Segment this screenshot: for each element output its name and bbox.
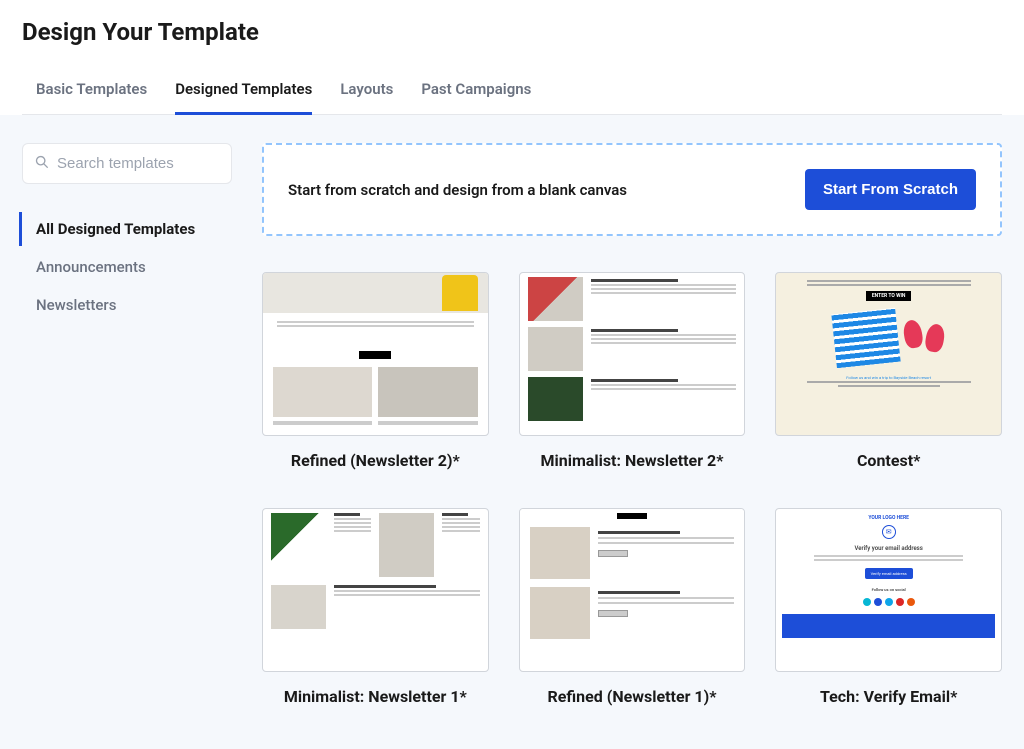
template-label: Minimalist: Newsletter 1* <box>284 686 467 708</box>
sidebar: All Designed Templates Announcements New… <box>22 143 232 709</box>
search-box[interactable] <box>22 143 232 184</box>
tab-past-campaigns[interactable]: Past Campaigns <box>421 70 531 114</box>
template-thumbnail <box>519 508 746 672</box>
search-icon <box>35 154 49 173</box>
template-card-minimalist-newsletter-1[interactable]: Minimalist: Newsletter 1* <box>262 508 489 708</box>
template-label: Tech: Verify Email* <box>820 686 957 708</box>
start-from-scratch-button[interactable]: Start From Scratch <box>805 169 976 210</box>
tab-basic-templates[interactable]: Basic Templates <box>36 70 147 114</box>
template-card-refined-newsletter-1[interactable]: Refined (Newsletter 1)* <box>519 508 746 708</box>
template-label: Contest* <box>857 450 920 472</box>
sidebar-list: All Designed Templates Announcements New… <box>22 212 232 322</box>
templates-grid: Refined (Newsletter 2)* Minimalist: News… <box>262 272 1002 709</box>
page-title: Design Your Template <box>22 18 1002 46</box>
template-thumbnail: ENTER TO WIN Follow us and win a trip to… <box>775 272 1002 436</box>
sidebar-item-all[interactable]: All Designed Templates <box>19 212 232 246</box>
sidebar-item-newsletters[interactable]: Newsletters <box>22 288 232 322</box>
scratch-banner-text: Start from scratch and design from a bla… <box>288 181 627 199</box>
sidebar-item-announcements[interactable]: Announcements <box>22 250 232 284</box>
template-card-minimalist-newsletter-2[interactable]: Minimalist: Newsletter 2* <box>519 272 746 472</box>
template-label: Minimalist: Newsletter 2* <box>541 450 724 472</box>
search-input[interactable] <box>57 155 256 172</box>
main-content: Start from scratch and design from a bla… <box>262 143 1002 709</box>
template-thumbnail <box>262 272 489 436</box>
template-label: Refined (Newsletter 2)* <box>291 450 460 472</box>
template-label: Refined (Newsletter 1)* <box>548 686 717 708</box>
tab-layouts[interactable]: Layouts <box>340 70 393 114</box>
template-thumbnail <box>519 272 746 436</box>
template-card-refined-newsletter-2[interactable]: Refined (Newsletter 2)* <box>262 272 489 472</box>
tabs-nav: Basic Templates Designed Templates Layou… <box>22 70 1002 115</box>
start-from-scratch-banner: Start from scratch and design from a bla… <box>262 143 1002 236</box>
tab-designed-templates[interactable]: Designed Templates <box>175 70 312 115</box>
template-thumbnail <box>262 508 489 672</box>
template-card-contest[interactable]: ENTER TO WIN Follow us and win a trip to… <box>775 272 1002 472</box>
template-thumbnail: YOUR LOGO HERE ✉ Verify your email addre… <box>775 508 1002 672</box>
template-card-tech-verify-email[interactable]: YOUR LOGO HERE ✉ Verify your email addre… <box>775 508 1002 708</box>
